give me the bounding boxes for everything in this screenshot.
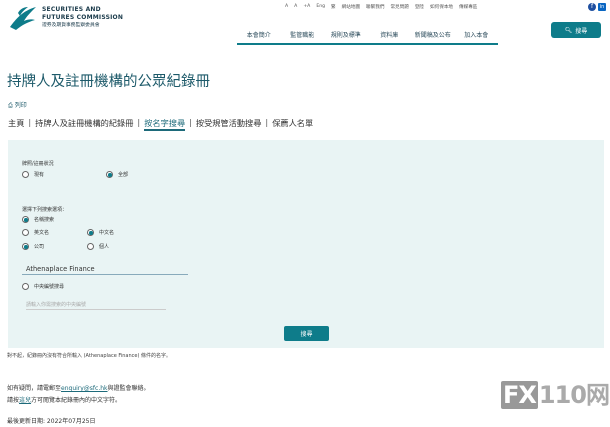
nav-news[interactable]: 新聞稿及公布	[411, 30, 455, 45]
search-button-label: 搜尋	[575, 27, 588, 35]
radio-circle-selected	[87, 229, 94, 236]
name-input[interactable]: Athenaplace Finance	[22, 265, 188, 275]
fx110-watermark: FX 110网	[501, 375, 610, 410]
main-nav: 本會簡介 監管職能 規則及標準 資料庫 新聞稿及公布 加入本會	[237, 30, 498, 45]
radio-label: 公司	[34, 244, 45, 250]
company-radio[interactable]: 公司	[22, 243, 44, 250]
tab-separator: |	[265, 117, 269, 127]
radio-circle-selected	[22, 243, 29, 250]
radio-label: 現有	[34, 172, 45, 178]
radio-circle-selected	[106, 171, 113, 178]
contact-link[interactable]: 聯繫我們	[366, 4, 384, 10]
nav-regulatory[interactable]: 監管職能	[280, 30, 324, 45]
print-label: 列印	[14, 102, 27, 109]
media-link[interactable]: 傳媒專區	[459, 4, 477, 10]
tab-separator: |	[189, 117, 192, 127]
facebook-icon[interactable]: f	[588, 2, 596, 11]
english-name-radio[interactable]: 英文名	[22, 229, 49, 236]
watermark-box: FX	[501, 381, 538, 409]
header-search-button[interactable]: 🔍︎ 搜尋	[551, 22, 601, 38]
font-size-medium[interactable]: A	[294, 4, 297, 9]
radio-circle-selected	[22, 216, 29, 223]
radio-label: 名稱搜索	[34, 217, 55, 223]
tab-separator: |	[137, 117, 141, 127]
tab-register[interactable]: 持牌人及註冊機構的紀錄冊	[35, 117, 133, 131]
choose-options-label: 選擇下列搜索選項：	[22, 207, 68, 213]
central-number-input[interactable]: 請輸入你需搜索的中央編號	[26, 301, 166, 310]
radio-label: 個人	[99, 244, 110, 250]
protect-link[interactable]: 如何保本地	[430, 4, 453, 10]
printer-icon: ⎙	[8, 102, 13, 109]
register-tabs: 主頁 | 持牌人及註冊機構的紀錄冊 | 按名字搜尋 | 按受規管活動搜尋 | 保…	[8, 117, 313, 131]
chinese-name-radio[interactable]: 中文名	[87, 229, 114, 236]
faq-link[interactable]: 常見問題	[390, 4, 408, 10]
radio-circle	[87, 243, 94, 250]
central-number-radio[interactable]: 中央編號搜尋	[22, 283, 64, 290]
last-updated: 最後更新日期: 2022年07月25日	[7, 418, 96, 425]
tab-separator: |	[28, 117, 32, 127]
view-here-link[interactable]: 這兒	[19, 397, 31, 404]
language-traditional[interactable]: 繁	[331, 4, 336, 10]
search-icon: 🔍︎	[564, 26, 573, 34]
font-size-small[interactable]: A	[285, 4, 288, 9]
font-size-large[interactable]: +A	[303, 4, 310, 9]
view-prefix: 請按	[7, 397, 20, 404]
logo-english-line-2: FUTURES COMMISSION	[42, 14, 124, 21]
radio-circle	[22, 229, 29, 236]
login-link[interactable]: 登陸	[415, 4, 424, 10]
view-suffix: 方可閱覽本紀錄冊內的中文字符。	[31, 397, 122, 404]
radio-label: 中央編號搜尋	[34, 284, 65, 290]
contact-line: 如有疑問，請電郵至enquiry@sfc.hk與證監會聯絡。	[7, 383, 150, 392]
nav-database[interactable]: 資料庫	[367, 30, 411, 45]
print-link[interactable]: ⎙ 列印	[8, 100, 27, 110]
tab-sponsor-list[interactable]: 保薦人名單	[272, 117, 313, 131]
radio-label: 中文名	[99, 230, 115, 236]
status-current-radio[interactable]: 現有	[22, 171, 44, 178]
page-title: 持牌人及註冊機構的公眾紀錄冊	[7, 74, 210, 90]
linkedin-icon[interactable]: in	[598, 2, 606, 11]
logo-chinese: 證券及期貨事務監察委員會	[42, 23, 100, 28]
logo-text: SECURITIES AND FUTURES COMMISSION 證券及期貨事…	[42, 6, 123, 30]
radio-circle	[22, 171, 29, 178]
status-label: 牌照/註冊狀況	[22, 161, 54, 167]
tab-search-by-name[interactable]: 按名字搜尋	[144, 117, 186, 131]
radio-circle	[22, 283, 29, 290]
nav-about[interactable]: 本會簡介	[237, 30, 281, 45]
tab-home[interactable]: 主頁	[8, 117, 24, 131]
name-search-radio[interactable]: 名稱搜索	[22, 216, 54, 223]
sfc-bird-logo-icon	[10, 7, 36, 30]
sfc-logo[interactable]: SECURITIES AND FUTURES COMMISSION 證券及期貨事…	[8, 5, 123, 31]
language-english[interactable]: Eng	[316, 4, 325, 9]
contact-prefix: 如有疑問，請電郵至	[7, 385, 62, 392]
submit-search-button[interactable]: 搜尋	[284, 326, 329, 341]
nav-rules[interactable]: 規則及標準	[324, 30, 368, 45]
no-result-note: 對不起，紀錄冊內沒有符合所輸入 (Athenaplace Finance) 條件…	[7, 353, 172, 359]
radio-label: 全部	[118, 172, 129, 178]
contact-email-link[interactable]: enquiry@sfc.hk	[61, 385, 108, 392]
radio-label: 英文名	[34, 230, 50, 236]
utility-bar: A A +A Eng 繁 網站地圖 聯繫我們 常見問題 登陸 如何保本地 傳媒專…	[285, 2, 606, 11]
individual-radio[interactable]: 個人	[87, 243, 109, 250]
tab-search-by-activity[interactable]: 按受規管活動搜尋	[196, 117, 262, 131]
nav-careers[interactable]: 加入本會	[454, 30, 498, 45]
contact-suffix: 與證監會聯絡。	[107, 385, 150, 392]
sitemap-link[interactable]: 網站地圖	[342, 4, 360, 10]
watermark-text: 110网	[538, 381, 610, 409]
logo-english-line-1: SECURITIES AND	[42, 6, 101, 13]
status-all-radio[interactable]: 全部	[106, 171, 128, 178]
view-chinese-line: 請按這兒方可閱覽本紀錄冊內的中文字符。	[7, 395, 121, 404]
